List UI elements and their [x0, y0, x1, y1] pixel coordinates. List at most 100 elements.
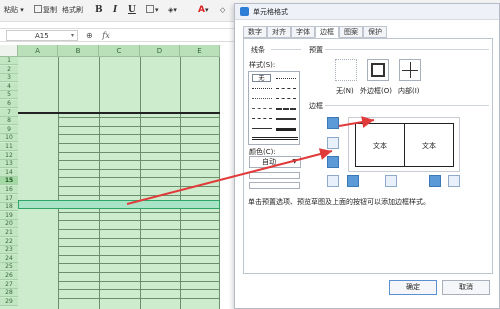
row-header[interactable]: 7	[0, 108, 18, 117]
column-gridline	[219, 57, 220, 309]
column-header-b[interactable]: B	[58, 45, 99, 57]
tab-protection[interactable]: 保护	[363, 26, 387, 38]
borders-button[interactable]: ▾	[146, 3, 159, 17]
column-header-a[interactable]: A	[18, 45, 58, 57]
row-header[interactable]: 28	[0, 289, 18, 298]
row-header[interactable]: 19	[0, 211, 18, 220]
line-style-option[interactable]	[276, 78, 296, 79]
row-header[interactable]: 13	[0, 160, 18, 169]
column-header-c[interactable]: C	[99, 45, 140, 57]
copy-button[interactable]: 复制	[34, 3, 57, 17]
clear-icon[interactable]: ◇	[220, 3, 225, 17]
row-header[interactable]: 6	[0, 100, 18, 108]
preview-cell: 文本	[355, 123, 405, 167]
line-group-label: 线条	[251, 46, 265, 54]
preset-outline-button[interactable]	[367, 59, 389, 81]
underline-button[interactable]: U	[128, 3, 136, 17]
row-header[interactable]: 16	[0, 186, 18, 194]
row-header[interactable]: 15	[0, 177, 18, 186]
row-header[interactable]: 10	[0, 134, 18, 143]
row-gridline	[58, 211, 220, 213]
preset-inside-button[interactable]	[399, 59, 421, 81]
diagonal-down-border-button[interactable]	[448, 175, 460, 187]
middle-border-button[interactable]	[327, 137, 339, 149]
dialog-titlebar[interactable]: 单元格格式	[235, 4, 499, 20]
row-header[interactable]: 21	[0, 229, 18, 237]
tab-font[interactable]: 字体	[291, 26, 315, 38]
row-header[interactable]: 29	[0, 297, 18, 306]
preset-none-button[interactable]	[335, 59, 357, 81]
row-header[interactable]: 23	[0, 246, 18, 255]
right-border-button[interactable]	[429, 175, 441, 187]
row-header[interactable]: 20	[0, 220, 18, 229]
row-gridline	[58, 229, 220, 230]
paste-button[interactable]: 粘贴 ▾	[4, 3, 24, 17]
color-dropdown[interactable]: 自动 ▼	[249, 156, 301, 168]
line-style-option[interactable]	[252, 128, 272, 129]
row-header[interactable]: 3	[0, 74, 18, 83]
tab-border[interactable]: 边框	[315, 26, 339, 38]
line-style-option[interactable]	[252, 108, 272, 109]
row-header[interactable]: 4	[0, 82, 18, 91]
column-header-d[interactable]: D	[140, 45, 180, 57]
row-header[interactable]: 11	[0, 143, 18, 151]
font-color-button[interactable]: A▾	[198, 3, 208, 17]
row-gridline	[58, 280, 220, 282]
name-box[interactable]: A15 ▾	[6, 30, 78, 41]
row-header[interactable]: 12	[0, 151, 18, 160]
row-header[interactable]: 26	[0, 272, 18, 280]
row-header[interactable]: 18	[0, 203, 18, 212]
row-header[interactable]: 27	[0, 280, 18, 289]
tab-number[interactable]: 数字	[243, 26, 267, 38]
diagonal-up-border-button[interactable]	[327, 175, 339, 187]
row-header[interactable]: 25	[0, 263, 18, 272]
row-header[interactable]: 9	[0, 125, 18, 134]
ok-button[interactable]: 确定	[389, 280, 437, 295]
bold-button[interactable]: B	[95, 3, 103, 17]
row-header[interactable]: 1	[0, 57, 18, 65]
line-style-none[interactable]: 无	[252, 74, 271, 82]
select-all-corner[interactable]	[0, 45, 18, 57]
cancel-button[interactable]: 取消	[442, 280, 490, 295]
format-painter-button[interactable]: 格式刷	[62, 3, 83, 17]
fill-color-button[interactable]: ◈▾	[168, 3, 177, 17]
row-gridline	[58, 263, 220, 265]
line-style-option[interactable]	[276, 128, 296, 131]
app-icon	[240, 7, 249, 16]
line-style-option[interactable]	[252, 88, 272, 89]
line-style-option[interactable]	[276, 118, 296, 120]
row-header[interactable]: 8	[0, 117, 18, 126]
row-header[interactable]: 2	[0, 65, 18, 74]
row-header[interactable]: 17	[0, 194, 18, 203]
line-style-option[interactable]	[276, 98, 296, 99]
italic-button[interactable]: I	[113, 3, 117, 17]
chevron-down-icon: ▾	[20, 6, 24, 14]
tab-pattern[interactable]: 图案	[339, 26, 363, 38]
left-border-button[interactable]	[347, 175, 359, 187]
line-style-option[interactable]	[252, 137, 298, 140]
line-style-list[interactable]: 无	[248, 71, 300, 145]
top-border-button[interactable]	[327, 117, 339, 129]
row-gridline	[58, 297, 220, 299]
line-style-option[interactable]	[276, 108, 296, 110]
zoom-icon[interactable]: ⊕	[86, 31, 93, 40]
bottom-border-button[interactable]	[327, 156, 339, 168]
dialog-title: 单元格格式	[253, 8, 288, 16]
fx-icon[interactable]: fx	[102, 31, 109, 40]
column-header-e[interactable]: E	[180, 45, 220, 57]
row-header[interactable]: 24	[0, 254, 18, 263]
line-style-option[interactable]	[252, 98, 272, 99]
line-style-option[interactable]	[252, 118, 272, 119]
row-gridline	[58, 151, 220, 153]
row-header[interactable]: 22	[0, 237, 18, 246]
border-preview[interactable]: 文本 文本	[348, 117, 460, 172]
row-header[interactable]: 14	[0, 168, 18, 177]
chevron-down-icon: ▼	[292, 158, 297, 165]
spreadsheet-grid[interactable]: A B C D E 1 2 3 4 5 6 7 8 9 10 11 12 13 14 15 16 17 18 19 2…	[0, 45, 220, 309]
preview-cell: 文本	[404, 123, 454, 167]
row-header[interactable]: 5	[0, 91, 18, 100]
line-style-option[interactable]	[276, 88, 296, 89]
tab-alignment[interactable]: 对齐	[267, 26, 291, 38]
selected-row-15[interactable]	[18, 200, 220, 209]
center-border-button[interactable]	[385, 175, 397, 187]
